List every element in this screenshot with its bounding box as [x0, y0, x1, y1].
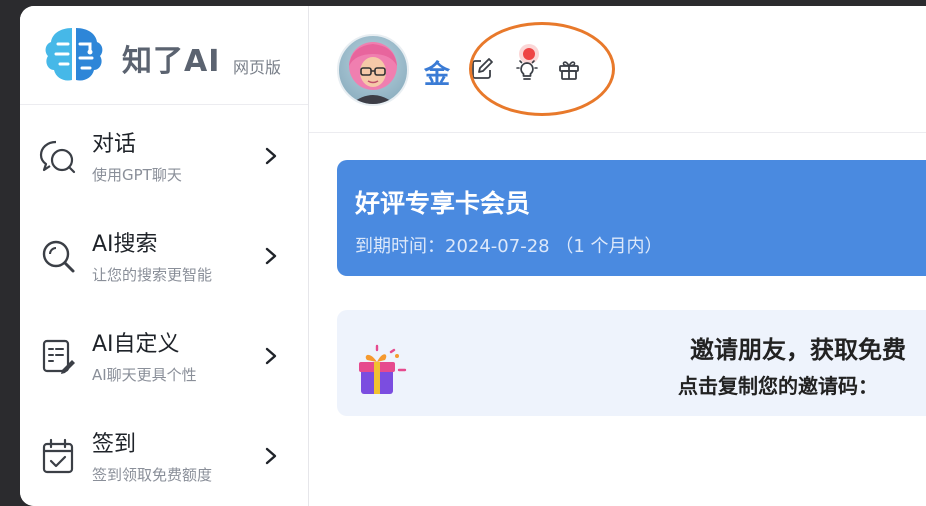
- membership-title: 好评专享卡会员: [355, 189, 531, 218]
- chevron-right-icon: [265, 447, 277, 465]
- user-name: 金: [424, 60, 451, 90]
- avatar[interactable]: [337, 34, 409, 106]
- sidebar-item-subtitle: 签到领取免费额度: [92, 466, 213, 484]
- sidebar-item-title: AI自定义: [92, 332, 180, 357]
- search-icon: [42, 240, 75, 273]
- brand-tag: 网页版: [233, 58, 282, 77]
- membership-expiry: 到期时间：2024-07-28 （1 个月内）: [355, 236, 663, 257]
- main-panel: 金 好评专享卡会员 到期时间：2024-07-28 （1 个月内） 邀请朋友，获…: [309, 6, 926, 506]
- edit-document-icon: [42, 339, 75, 374]
- gift-box-icon: [359, 344, 407, 394]
- sidebar-item-ai-custom[interactable]: AI自定义 AI聊天更具个性: [20, 306, 308, 406]
- sidebar-item-title: AI搜索: [92, 232, 158, 257]
- calendar-check-icon: [42, 438, 74, 474]
- invite-title: 邀请朋友，获取免费: [690, 336, 906, 364]
- sidebar-item-subtitle: 使用GPT聊天: [92, 166, 182, 184]
- sidebar-item-title: 签到: [92, 432, 137, 457]
- sidebar-item-title: 对话: [92, 132, 137, 157]
- invite-subtitle: 点击复制您的邀请码：: [678, 374, 878, 398]
- membership-card[interactable]: 好评专享卡会员 到期时间：2024-07-28 （1 个月内）: [337, 160, 926, 276]
- sidebar-item-check-in[interactable]: 签到 签到领取免费额度: [20, 406, 308, 506]
- sidebar-item-subtitle: AI聊天更具个性: [92, 366, 197, 384]
- profile-header: 金: [309, 6, 926, 133]
- brand-header: 知了AI 网页版: [20, 6, 308, 105]
- sidebar: 知了AI 网页版 对话 使用GPT聊天 AI搜索 让您的搜索更智能 AI自定义 …: [20, 6, 309, 506]
- brand-name: 知了AI: [122, 44, 221, 79]
- chevron-right-icon: [265, 347, 277, 365]
- avatar-portrait-icon: [349, 42, 397, 104]
- chevron-right-icon: [265, 247, 277, 265]
- app-window: 知了AI 网页版 对话 使用GPT聊天 AI搜索 让您的搜索更智能 AI自定义 …: [20, 6, 926, 506]
- sidebar-item-subtitle: 让您的搜索更智能: [92, 266, 213, 284]
- chat-bubbles-icon: [39, 140, 76, 174]
- brain-logo-icon: [45, 28, 103, 81]
- invite-card[interactable]: 邀请朋友，获取免费 点击复制您的邀请码：: [337, 310, 926, 416]
- sidebar-item-ai-search[interactable]: AI搜索 让您的搜索更智能: [20, 206, 308, 306]
- sidebar-item-chat[interactable]: 对话 使用GPT聊天: [20, 106, 308, 206]
- highlight-annotation: [469, 22, 615, 116]
- chevron-right-icon: [265, 147, 277, 165]
